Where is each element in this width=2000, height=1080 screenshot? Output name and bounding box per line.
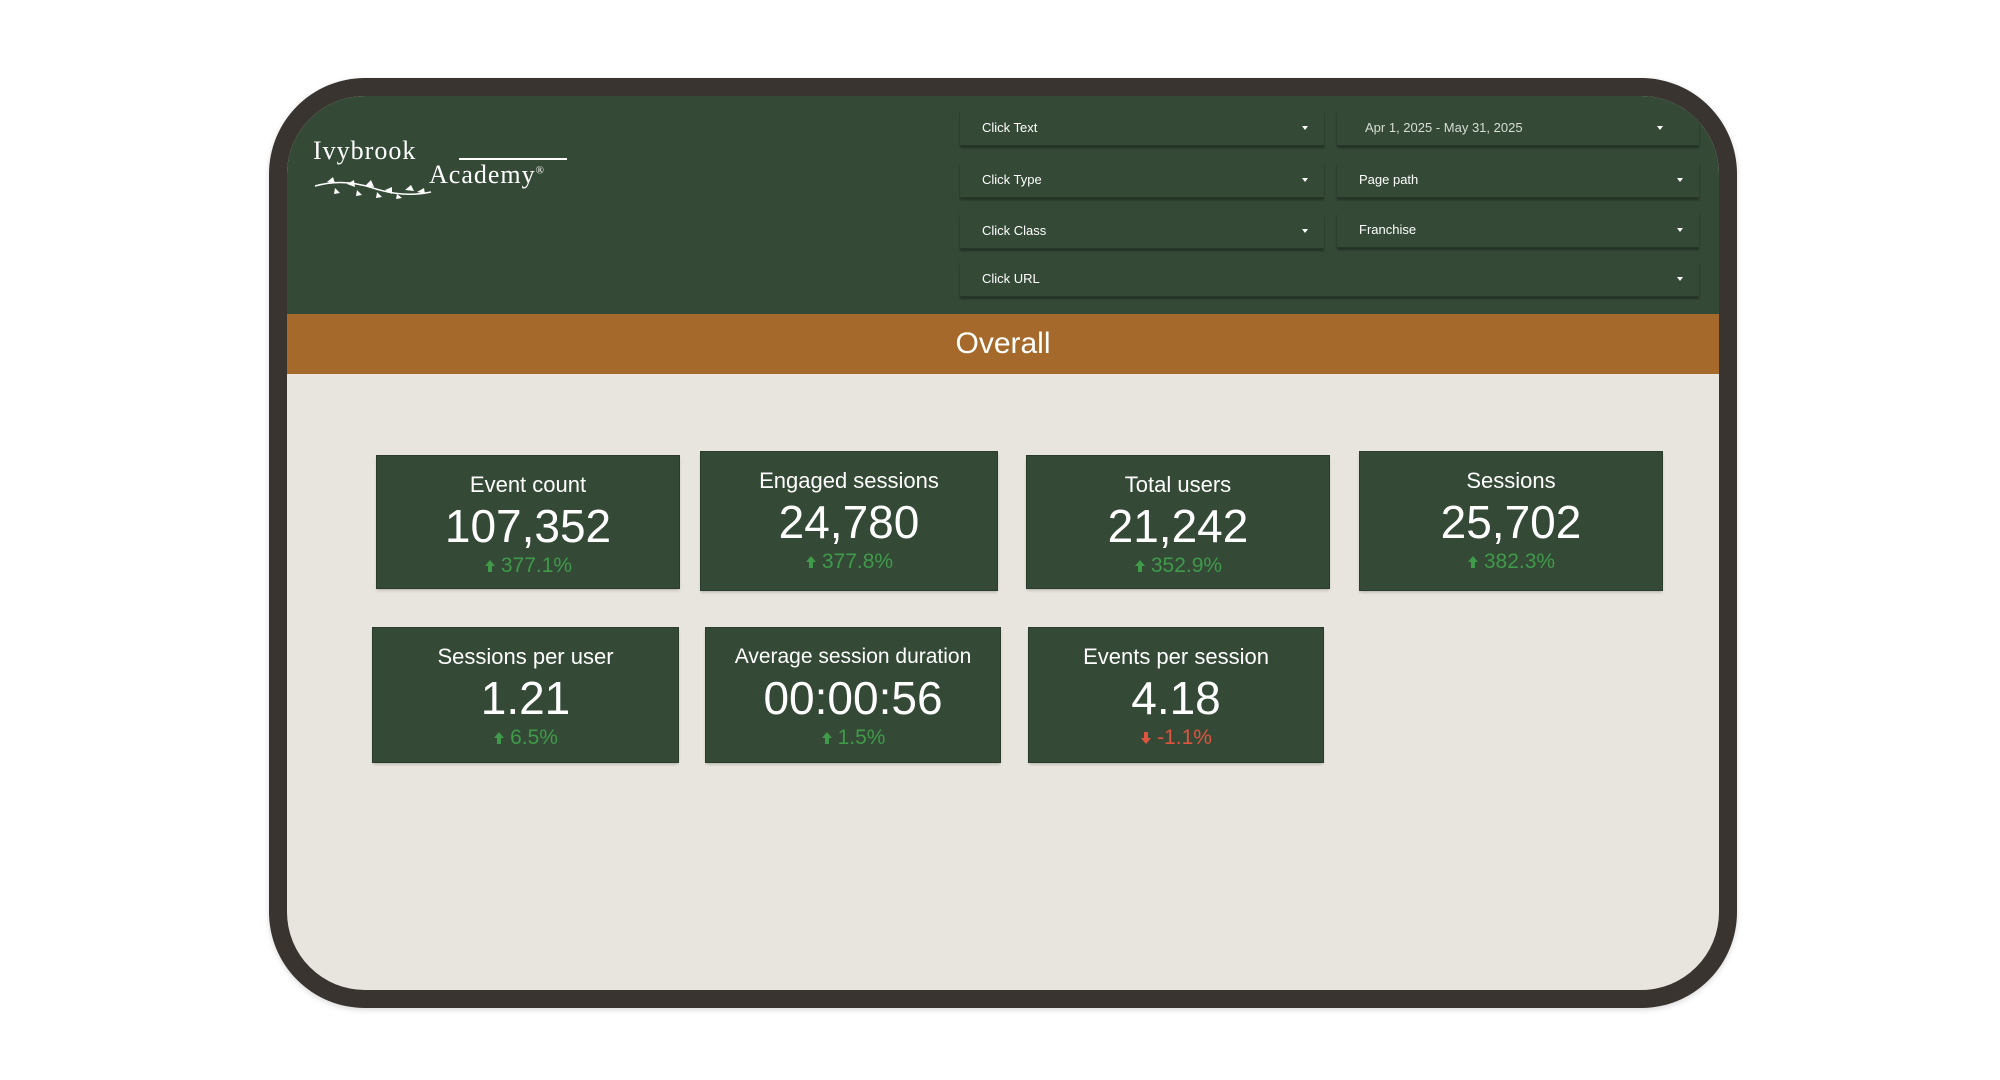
arrow-up-icon: [494, 732, 505, 744]
scorecard-title: Average session duration: [734, 645, 972, 668]
caret-down-icon: [1302, 178, 1308, 182]
scorecard-events-per-session[interactable]: Events per session 4.18 -1.1%: [1029, 628, 1323, 762]
scorecard-value: 107,352: [444, 500, 612, 552]
scorecard-title: Sessions: [1466, 468, 1556, 493]
scorecard-delta: -1.1%: [1029, 726, 1323, 750]
scorecard-sessions-per-user[interactable]: Sessions per user 1.21 6.5%: [373, 628, 678, 762]
scorecard-value: 4.18: [1131, 672, 1221, 724]
scorecard-event-count[interactable]: Event count 107,352 377.1%: [377, 456, 679, 588]
scorecard-delta: 377.1%: [377, 554, 679, 578]
franchise-dropdown[interactable]: Franchise: [1337, 212, 1699, 248]
scorecard-value: 25,702: [1440, 496, 1582, 548]
vine-leaves-icon: [314, 177, 432, 199]
scorecard-title: Engaged sessions: [759, 468, 939, 493]
date-range-label: Apr 1, 2025 - May 31, 2025: [1365, 120, 1523, 135]
scorecard-engaged-sessions[interactable]: Engaged sessions 24,780 377.8%: [701, 452, 997, 590]
scorecard-value: 00:00:56: [763, 672, 943, 724]
date-range-picker[interactable]: Apr 1, 2025 - May 31, 2025: [1337, 110, 1699, 146]
scorecard-delta: 1.5%: [706, 726, 1000, 750]
scorecard-value: 21,242: [1107, 500, 1249, 552]
scorecard-delta-value: 377.8%: [821, 550, 894, 573]
click-text-label: Click Text: [982, 120, 1038, 135]
scorecard-sessions[interactable]: Sessions 25,702 382.3%: [1360, 452, 1662, 590]
caret-down-icon: [1302, 229, 1308, 233]
scorecard-delta: 6.5%: [373, 726, 678, 750]
scorecard-delta-value: -1.1%: [1157, 726, 1212, 749]
tablet-frame: Ivybrook Academy® Click Text Apr 1, 2025…: [269, 78, 1737, 1008]
arrow-down-icon: [1141, 732, 1152, 744]
logo-registered-mark: ®: [535, 164, 545, 177]
logo-line-2: Academy®: [429, 160, 545, 190]
dashboard-header: Ivybrook Academy® Click Text Apr 1, 2025…: [287, 96, 1719, 314]
scorecard-delta-value: 377.1%: [500, 554, 573, 577]
click-url-label: Click URL: [982, 271, 1040, 286]
caret-down-icon: [1677, 228, 1683, 232]
franchise-label: Franchise: [1359, 222, 1417, 237]
scorecard-title: Events per session: [1083, 644, 1269, 669]
click-text-dropdown[interactable]: Click Text: [960, 110, 1324, 146]
scorecard-delta-value: 382.3%: [1483, 550, 1556, 573]
dashboard-screen: Ivybrook Academy® Click Text Apr 1, 2025…: [287, 96, 1719, 990]
click-class-dropdown[interactable]: Click Class: [960, 213, 1324, 249]
caret-down-icon: [1657, 126, 1663, 130]
scorecard-title: Event count: [469, 472, 587, 497]
arrow-up-icon: [484, 560, 495, 572]
caret-down-icon: [1302, 126, 1308, 130]
ivybrook-academy-logo: Ivybrook Academy®: [313, 136, 583, 206]
section-header: Overall: [287, 314, 1719, 374]
caret-down-icon: [1677, 178, 1683, 182]
arrow-up-icon: [1467, 556, 1478, 568]
scorecard-value: 24,780: [778, 496, 920, 548]
scorecard-average-session-duration[interactable]: Average session duration 00:00:56 1.5%: [706, 628, 1000, 762]
scorecard-delta: 377.8%: [701, 550, 997, 574]
scorecard-value: 1.21: [480, 672, 571, 724]
scorecard-delta-value: 352.9%: [1150, 554, 1223, 577]
scorecard-delta-value: 6.5%: [510, 726, 558, 749]
click-type-dropdown[interactable]: Click Type: [960, 162, 1324, 198]
click-url-dropdown[interactable]: Click URL: [960, 261, 1699, 297]
scorecard-title: Total users: [1124, 472, 1232, 497]
section-title: Overall: [955, 327, 1051, 360]
logo-line-1: Ivybrook: [313, 136, 417, 165]
arrow-up-icon: [1134, 560, 1145, 572]
page-path-dropdown[interactable]: Page path: [1337, 162, 1699, 198]
scorecard-delta-value: 1.5%: [837, 726, 886, 749]
scorecard-title: Sessions per user: [437, 644, 614, 669]
caret-down-icon: [1677, 277, 1683, 281]
arrow-up-icon: [821, 732, 832, 744]
scorecard-total-users[interactable]: Total users 21,242 352.9%: [1027, 456, 1329, 588]
click-class-label: Click Class: [982, 223, 1047, 238]
scorecard-delta: 352.9%: [1027, 554, 1329, 578]
arrow-up-icon: [805, 556, 816, 568]
logo-line-2-text: Academy: [429, 160, 536, 189]
click-type-label: Click Type: [982, 172, 1042, 187]
page-path-label: Page path: [1359, 172, 1419, 187]
scorecard-delta: 382.3%: [1360, 550, 1662, 574]
